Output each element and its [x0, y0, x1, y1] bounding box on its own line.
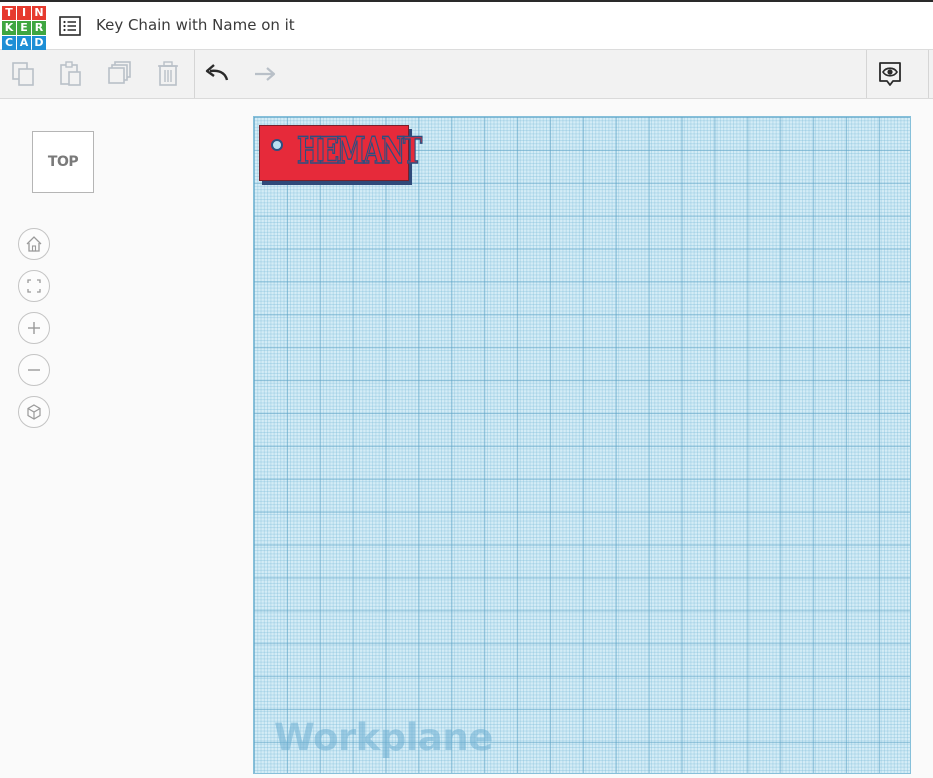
workplane-grid[interactable]: HEMANT Workplane	[253, 116, 911, 774]
notes-eye-icon[interactable]	[876, 60, 904, 88]
zoom-in-button[interactable]	[18, 312, 50, 344]
home-view-button[interactable]	[18, 228, 50, 260]
trash-icon[interactable]	[154, 60, 182, 88]
logo-letter: A	[17, 36, 31, 50]
home-view-icon	[26, 236, 42, 252]
logo-letter: E	[17, 21, 31, 35]
keychain-name-text: HEMANT	[296, 130, 422, 172]
logo-letter: K	[2, 21, 16, 35]
ortho-perspective-icon	[27, 404, 41, 420]
paste-icon[interactable]	[57, 60, 85, 88]
logo-letter: T	[2, 6, 16, 20]
design-title[interactable]: Key Chain with Name on it	[96, 16, 295, 34]
ortho-perspective-button[interactable]	[18, 396, 50, 428]
fit-all-button[interactable]	[18, 270, 50, 302]
redo-icon[interactable]	[251, 60, 279, 88]
zoom-in-icon	[28, 322, 40, 334]
undo-icon[interactable]	[203, 60, 231, 88]
copy-icon[interactable]	[10, 60, 38, 88]
keychain-object[interactable]: HEMANT	[259, 125, 423, 187]
zoom-out-icon	[28, 369, 40, 371]
tinkercad-logo[interactable]: T I N K E R C A D	[1, 5, 46, 50]
design-list-icon[interactable]	[59, 16, 81, 36]
logo-letter: C	[2, 36, 16, 50]
edit-toolbar	[0, 50, 933, 99]
viewcube-top[interactable]: TOP	[32, 131, 94, 193]
logo-letter: N	[32, 6, 46, 20]
logo-letter: D	[32, 36, 46, 50]
workplane-label: Workplane	[274, 716, 493, 759]
logo-letter: I	[17, 6, 31, 20]
toolbar-divider	[928, 50, 929, 98]
logo-letter: R	[32, 21, 46, 35]
keychain-hole	[271, 139, 283, 151]
zoom-out-button[interactable]	[18, 354, 50, 386]
toolbar-divider	[194, 50, 195, 98]
fit-all-icon	[27, 279, 41, 293]
duplicate-icon[interactable]	[106, 60, 134, 88]
top-bar: T I N K E R C A D Key Chain with Name on…	[0, 0, 933, 50]
toolbar-divider	[866, 50, 867, 98]
